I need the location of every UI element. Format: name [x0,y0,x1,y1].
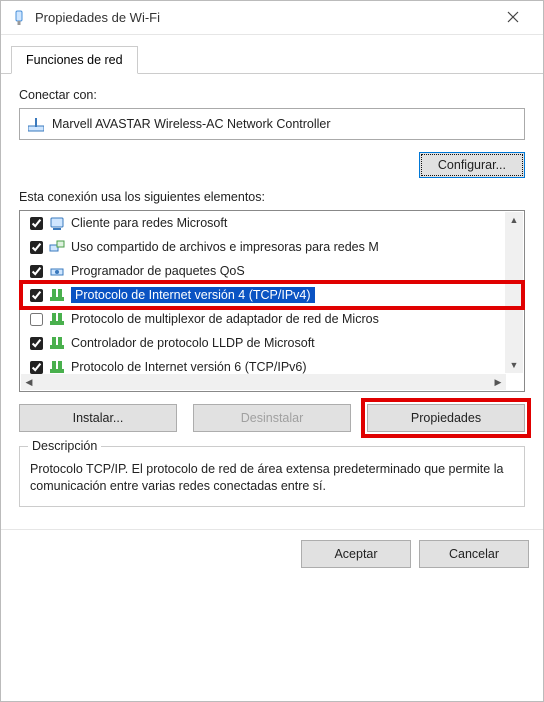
proto-icon [49,287,65,303]
wifi-adapter-icon [11,10,27,26]
uninstall-button: Desinstalar [193,404,351,432]
dialog-buttons: Aceptar Cancelar [1,529,543,582]
component-button-row: Instalar... Desinstalar Propiedades [19,404,525,432]
list-item-checkbox[interactable] [30,361,43,374]
adapter-icon [28,116,44,132]
list-item-label: Cliente para redes Microsoft [71,216,227,230]
list-item-checkbox[interactable] [30,217,43,230]
scroll-right-icon[interactable]: ▶ [490,374,506,390]
ok-button[interactable]: Aceptar [301,540,411,568]
list-item-label: Protocolo de Internet versión 4 (TCP/IPv… [71,287,315,303]
list-item-checkbox[interactable] [30,313,43,326]
install-button[interactable]: Instalar... [19,404,177,432]
proto6-icon [49,359,65,375]
cancel-button[interactable]: Cancelar [419,540,529,568]
list-item-checkbox[interactable] [30,241,43,254]
share-icon [49,239,65,255]
list-item-label: Uso compartido de archivos e impresoras … [71,240,379,254]
elements-label: Esta conexión usa los siguientes element… [19,190,525,204]
description-group: Descripción Protocolo TCP/IP. El protoco… [19,446,525,507]
scroll-down-icon[interactable]: ▼ [505,357,523,373]
adapter-name: Marvell AVASTAR Wireless-AC Network Cont… [52,117,331,131]
tab-networking[interactable]: Funciones de red [11,46,138,74]
list-item[interactable]: Controlador de protocolo LLDP de Microso… [20,331,506,355]
tab-strip: Funciones de red [1,35,543,74]
scroll-up-icon[interactable]: ▲ [505,212,523,228]
adapter-box: Marvell AVASTAR Wireless-AC Network Cont… [19,108,525,140]
mux-icon [49,311,65,327]
list-item-label: Protocolo de Internet versión 6 (TCP/IPv… [71,360,307,374]
connect-with-label: Conectar con: [19,88,525,102]
qos-icon [49,263,65,279]
scrollbar-horizontal[interactable]: ◀ ▶ [21,374,506,390]
scroll-left-icon[interactable]: ◀ [21,374,37,390]
description-legend: Descripción [28,438,101,455]
window-title: Propiedades de Wi-Fi [35,10,493,25]
properties-button[interactable]: Propiedades [367,404,525,432]
lldp-icon [49,335,65,351]
tab-content: Conectar con: Marvell AVASTAR Wireless-A… [1,74,543,529]
scrollbar-vertical[interactable]: ▲ ▼ [505,212,523,373]
list-item-checkbox[interactable] [30,265,43,278]
list-item-label: Protocolo de multiplexor de adaptador de… [71,312,379,326]
list-item[interactable]: Cliente para redes Microsoft [20,211,506,235]
list-item-checkbox[interactable] [30,337,43,350]
list-item[interactable]: Uso compartido de archivos e impresoras … [20,235,506,259]
configure-button[interactable]: Configurar... [419,152,525,178]
description-text: Protocolo TCP/IP. El protocolo de red de… [30,462,503,493]
close-button[interactable] [493,10,533,26]
list-item[interactable]: Programador de paquetes QoS [20,259,506,283]
components-list[interactable]: Cliente para redes Microsoft Uso comparti… [19,210,525,392]
list-item[interactable]: Protocolo de Internet versión 4 (TCP/IPv… [20,283,506,307]
titlebar: Propiedades de Wi-Fi [1,1,543,35]
client-icon [49,215,65,231]
list-item[interactable]: Protocolo de multiplexor de adaptador de… [20,307,506,331]
components-list-wrap: Cliente para redes Microsoft Uso comparti… [19,210,525,392]
list-item-checkbox[interactable] [30,289,43,302]
list-item-label: Programador de paquetes QoS [71,264,245,278]
list-item-label: Controlador de protocolo LLDP de Microso… [71,336,315,350]
